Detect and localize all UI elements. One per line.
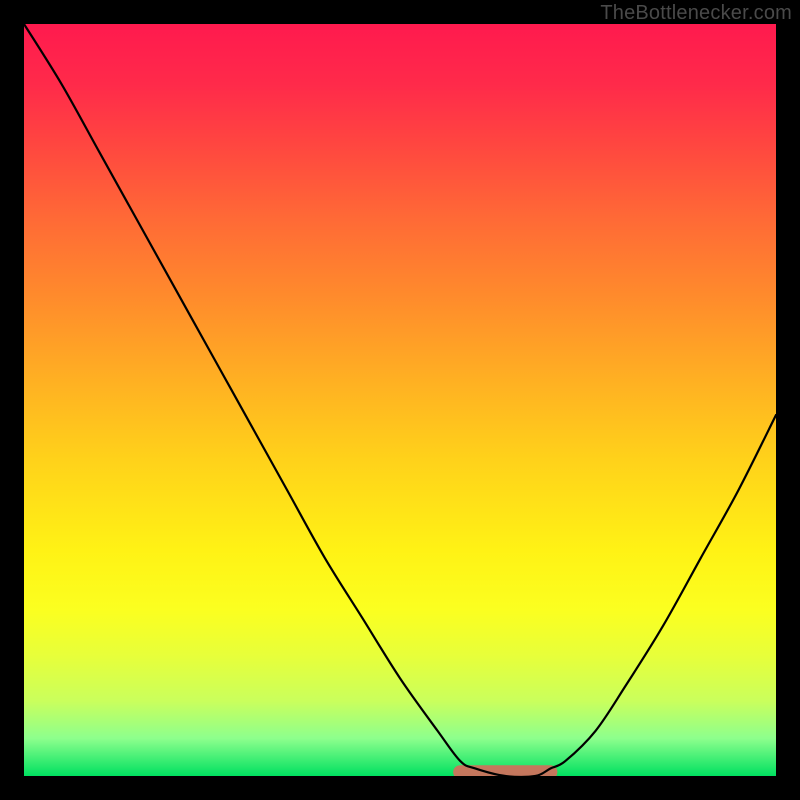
chart-svg: [24, 24, 776, 776]
plot-area: [24, 24, 776, 776]
chart-container: TheBottlenecker.com: [0, 0, 800, 800]
watermark-text: TheBottlenecker.com: [600, 2, 792, 25]
bottleneck-curve-line: [24, 24, 776, 776]
